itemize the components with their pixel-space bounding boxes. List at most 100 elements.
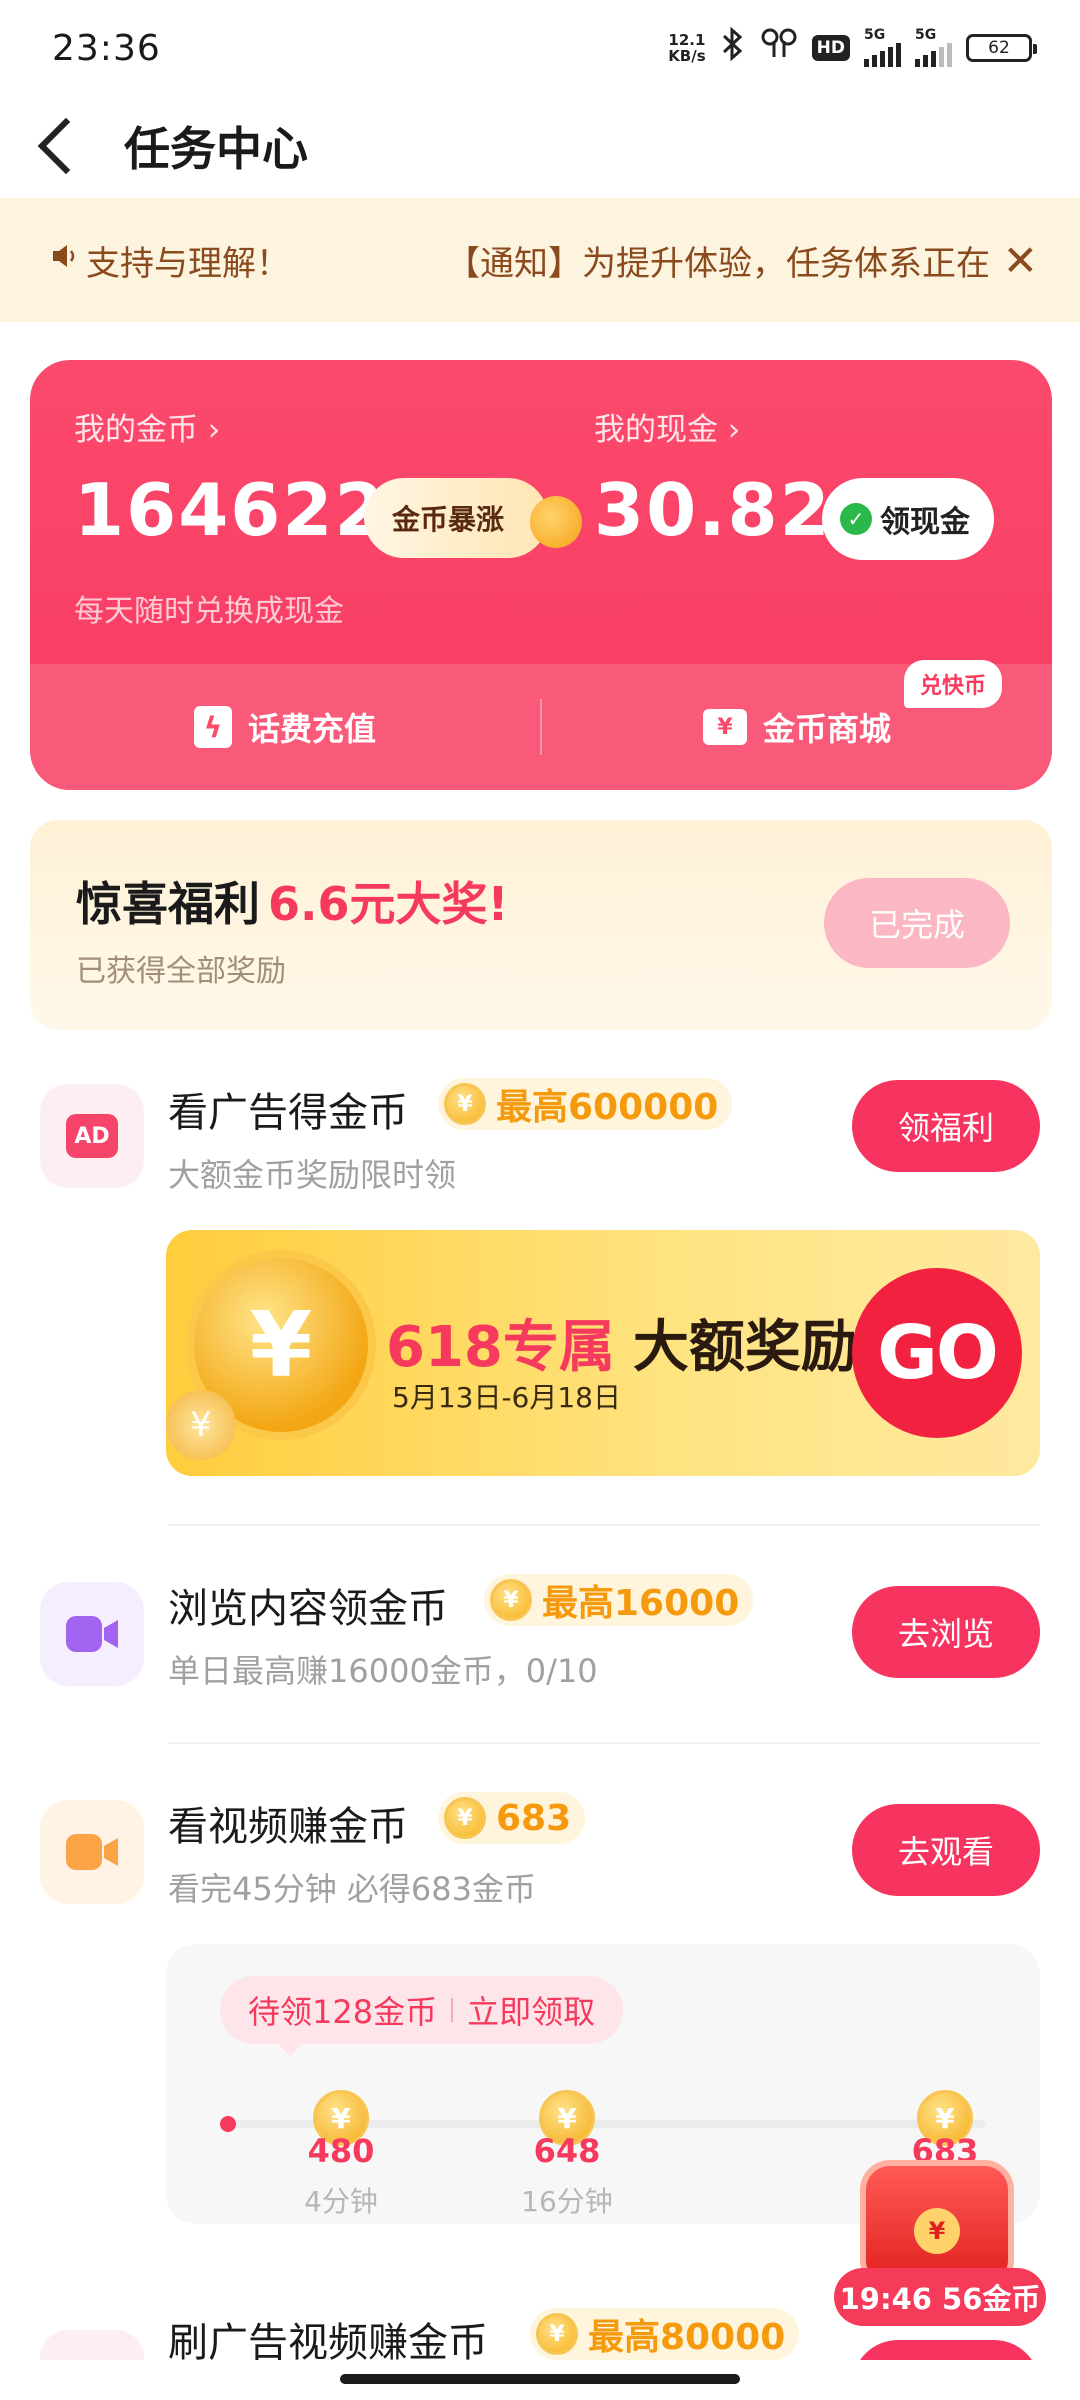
banner-date: 5月13日-6月18日 (392, 1381, 621, 1414)
claim-now-link[interactable]: 立即领取 (467, 1987, 595, 2033)
task-subtitle: 单日最高赚16000金币，0/10 (168, 1652, 598, 1690)
earbuds-icon (760, 27, 798, 69)
coin-mall-label: 金币商城 (762, 710, 891, 748)
sim1-label: 5G (864, 27, 886, 43)
video-recorder-icon (40, 1800, 144, 1904)
home-indicator[interactable] (340, 2374, 740, 2384)
coin-icon: ¥ (444, 1083, 486, 1125)
back-arrow-icon[interactable] (37, 117, 95, 175)
phone-recharge-label: 话费充值 (247, 710, 376, 748)
sim2-label: 5G (915, 27, 937, 43)
go-browse-button[interactable]: 去浏览 (852, 1586, 1040, 1678)
network-speed-value: 12.1 (668, 31, 706, 49)
divider (168, 1742, 1040, 1744)
pending-coins-text: 待领128金币 (248, 1993, 438, 2031)
banner-title-dark: 大额奖励 (632, 1315, 857, 1380)
signal-icon-sim2: 5G (915, 27, 952, 67)
task-coin-badge: ¥ 683 (438, 1792, 586, 1844)
network-speed-unit: KB/s (668, 47, 706, 65)
task-coin-badge: ¥ 最高16000 (484, 1574, 754, 1626)
milestone-value: 480 (307, 2132, 375, 2170)
task-watch-ads: AD 看广告得金币 ¥ 最高600000 大额金币奖励限时领 领福利 (0, 1060, 1080, 1230)
task-coin-text: 最高600000 (496, 1087, 719, 1128)
boost-arrow-icon (530, 496, 582, 548)
milestone-648: ¥ 648 16分钟 (502, 2090, 632, 2220)
banner-title-red: 618专属 (386, 1315, 615, 1380)
status-bar: 23:36 12.1 KB/s HD 5G 5G 62 (0, 0, 1080, 96)
chest-timer[interactable]: 19:46 56金币 (834, 2268, 1046, 2326)
task-subtitle: 看完45分钟 必得683金币 (168, 1870, 536, 1908)
task-title: 看视频赚金币 (168, 1804, 408, 1850)
task-button[interactable] (852, 2340, 1040, 2360)
wechat-check-icon: ✓ (840, 503, 872, 535)
signal-icon-sim1: 5G (864, 27, 901, 67)
wallet-card: 我的金币 › 164622 金币暴涨 我的现金 › 30.82 ✓ 领现金 每天… (30, 360, 1052, 790)
video-camera-icon (40, 1582, 144, 1686)
close-icon[interactable]: ✕ (992, 236, 1038, 285)
surprise-title-text: 惊喜福利 (76, 877, 260, 931)
notice-text: 【通知】为提升体验，任务体系正在 (446, 243, 990, 284)
notice-bar[interactable]: 支持与理解！ 【通知】为提升体验，任务体系正在 ✕ (0, 198, 1080, 322)
task-coin-badge: ¥ 最高600000 (438, 1078, 733, 1130)
surprise-highlight: 6.6元大奖! (268, 877, 509, 931)
exchange-badge: 兑快币 (903, 660, 1002, 708)
task-browse-content: 浏览内容领金币 ¥ 最高16000 单日最高赚16000金币，0/10 去浏览 (0, 1556, 1080, 1726)
notice-text-tail: 支持与理解！ (86, 243, 290, 284)
coin-mall-button[interactable]: ¥ 金币商城 (542, 704, 1052, 750)
battery-icon: 62 (966, 34, 1037, 62)
claim-coins-pill[interactable]: 待领128金币 立即领取 (220, 1976, 624, 2044)
status-time: 23:36 (52, 27, 161, 69)
ad-icon-label: AD (66, 1114, 118, 1158)
cash-balance: 30.82 (594, 468, 832, 552)
lightning-icon: ϟ (193, 706, 232, 748)
nav-bar: 任务中心 (0, 96, 1080, 196)
small-coin-icon: ¥ (166, 1390, 236, 1460)
coins-balance: 164622 (74, 468, 387, 552)
coin-icon: ¥ (536, 2313, 578, 2355)
completed-button[interactable]: 已完成 (824, 878, 1010, 968)
page-title: 任务中心 (124, 122, 308, 176)
task-subtitle: 大额金币奖励限时领 (168, 1156, 457, 1194)
surprise-subtitle: 已获得全部奖励 (76, 954, 286, 989)
task-coin-text: 683 (496, 1797, 572, 1839)
separator (451, 1998, 454, 2022)
coin-boost-label: 金币暴涨 (392, 503, 505, 536)
task-title: 刷广告视频赚金币 (168, 2320, 488, 2360)
pill-pointer (276, 2042, 304, 2056)
go-button[interactable]: GO (852, 1268, 1022, 1438)
battery-level: 62 (988, 38, 1010, 58)
milestone-time: 4分钟 (304, 2185, 378, 2218)
surprise-bonus-card: 惊喜福利 6.6元大奖! 已获得全部奖励 已完成 (30, 820, 1052, 1030)
go-watch-button[interactable]: 去观看 (852, 1804, 1040, 1896)
milestone-time: 16分钟 (521, 2185, 613, 2218)
wallet-hint: 每天随时兑换成现金 (74, 594, 344, 629)
withdraw-cash-label: 领现金 (880, 505, 970, 540)
coin-icon: ¥ (444, 1797, 486, 1839)
bluetooth-icon (720, 26, 746, 69)
task-title: 浏览内容领金币 (168, 1586, 448, 1632)
task-coin-text: 最高16000 (542, 1583, 740, 1624)
ad-icon: AD (40, 1084, 144, 1188)
task-coin-badge: ¥ 最高80000 (530, 2308, 800, 2360)
get-welfare-button[interactable]: 领福利 (852, 1080, 1040, 1172)
promo-banner-618[interactable]: ¥ ¥ 618专属 大额奖励 5月13日-6月18日 GO (166, 1230, 1040, 1476)
wallet-actions: ϟ 话费充值 ¥ 金币商城 (30, 664, 1052, 790)
network-speed: 12.1 KB/s (668, 32, 705, 64)
my-coins-link[interactable]: 我的金币 › (74, 404, 220, 449)
my-cash-link[interactable]: 我的现金 › (594, 404, 740, 449)
coin-icon: ¥ (490, 1579, 532, 1621)
task-watch-video: 看视频赚金币 ¥ 683 看完45分钟 必得683金币 去观看 (0, 1774, 1080, 1944)
chest-lock-icon: ¥ (914, 2208, 960, 2254)
milestone-value: 648 (533, 2132, 601, 2170)
ticket-icon: ¥ (702, 709, 747, 745)
divider (168, 1524, 1040, 1526)
speaker-icon (50, 240, 80, 280)
task-coin-text: 最高80000 (588, 2317, 786, 2358)
withdraw-cash-button[interactable]: ✓ 领现金 (822, 478, 994, 560)
task-title: 看广告得金币 (168, 1090, 408, 1136)
coin-boost-button[interactable]: 金币暴涨 (364, 478, 548, 558)
banner-title: 618专属 大额奖励 (386, 1302, 857, 1383)
progress-indicator (220, 2116, 236, 2132)
surprise-title: 惊喜福利 6.6元大奖! (76, 868, 508, 934)
phone-recharge-button[interactable]: ϟ 话费充值 (30, 704, 540, 750)
